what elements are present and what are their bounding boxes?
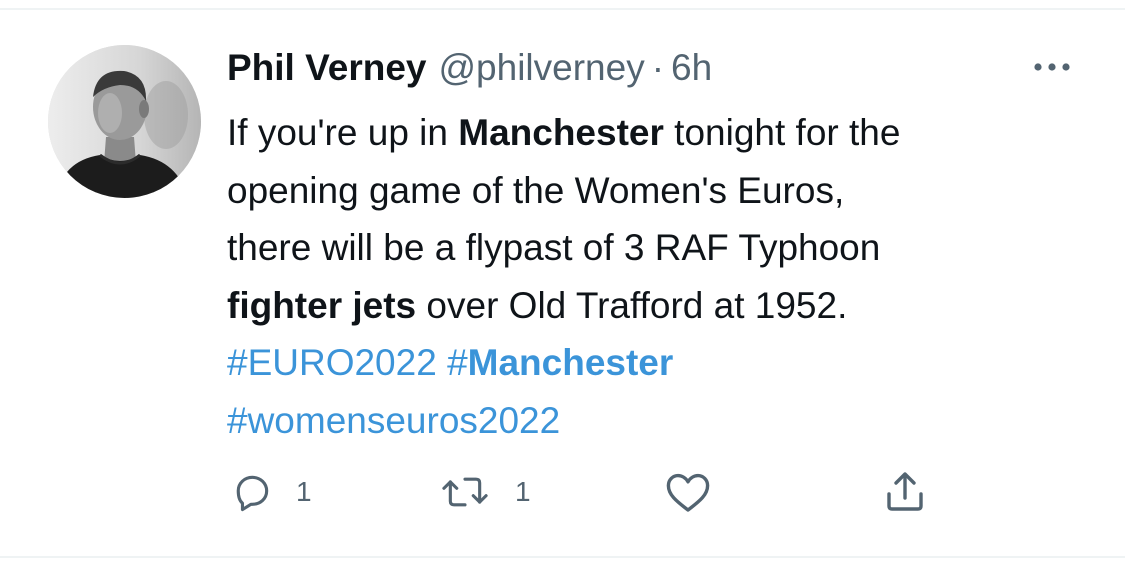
avatar-photo	[48, 45, 201, 198]
reply-button[interactable]: 1	[230, 465, 312, 519]
tweet-timestamp[interactable]: 6h	[671, 46, 712, 90]
tweet-text-line-1: If you're up in Manchester tonight for t…	[227, 104, 1087, 162]
more-icon	[1034, 63, 1070, 71]
tweet-text-line-2: opening game of the Women's Euros,	[227, 169, 845, 211]
author-handle[interactable]: @philverney	[439, 46, 645, 90]
hashtag-womenseuros2022[interactable]: #womenseuros2022	[227, 400, 560, 441]
tweet-header: Phil Verney @philverney · 6h	[227, 46, 712, 90]
retweet-icon	[442, 477, 488, 507]
text-segment: If you're up in	[227, 112, 459, 153]
tweet-text-line-3: there will be a flypast of 3 RAF Typhoon	[227, 227, 881, 268]
hashtags-line-2: #womenseuros2022	[227, 392, 1087, 450]
hashtag-manchester-word: Manchester	[467, 342, 674, 383]
retweet-count: 1	[515, 476, 531, 507]
text-segment: tonight for the	[663, 112, 901, 153]
more-options-button[interactable]	[1028, 52, 1076, 82]
avatar[interactable]	[48, 45, 201, 198]
reply-count: 1	[296, 476, 312, 507]
retweet-button[interactable]: 1	[441, 465, 531, 519]
reply-icon	[236, 475, 269, 512]
bold-text-manchester: Manchester	[458, 112, 664, 153]
header-separator: ·	[651, 47, 665, 88]
tweet-text-line-4: fighter jets over Old Trafford at 1952.	[227, 277, 1087, 335]
tweet-text: If you're up in Manchester tonight for t…	[227, 104, 1087, 449]
hashtag-manchester[interactable]: #Manchester	[447, 342, 673, 383]
bold-text-fighter-jets: fighter jets	[227, 284, 417, 326]
like-button[interactable]	[664, 465, 734, 519]
share-icon	[887, 472, 923, 511]
like-icon	[666, 473, 710, 512]
tweet[interactable]: Phil Verney @philverney · 6h If you're u…	[0, 10, 1125, 556]
text-segment: over Old Trafford at 1952.	[416, 284, 848, 326]
share-button[interactable]	[881, 465, 951, 519]
hashtag-euro2022[interactable]: #EURO2022	[227, 342, 437, 383]
hashtags-line-1: #EURO2022 #Manchester	[227, 334, 1087, 392]
tweet-actions: 1 1	[0, 465, 1125, 519]
bottom-divider	[0, 556, 1125, 558]
author-name[interactable]: Phil Verney	[227, 46, 427, 90]
hashtag-symbol: #	[447, 342, 468, 383]
